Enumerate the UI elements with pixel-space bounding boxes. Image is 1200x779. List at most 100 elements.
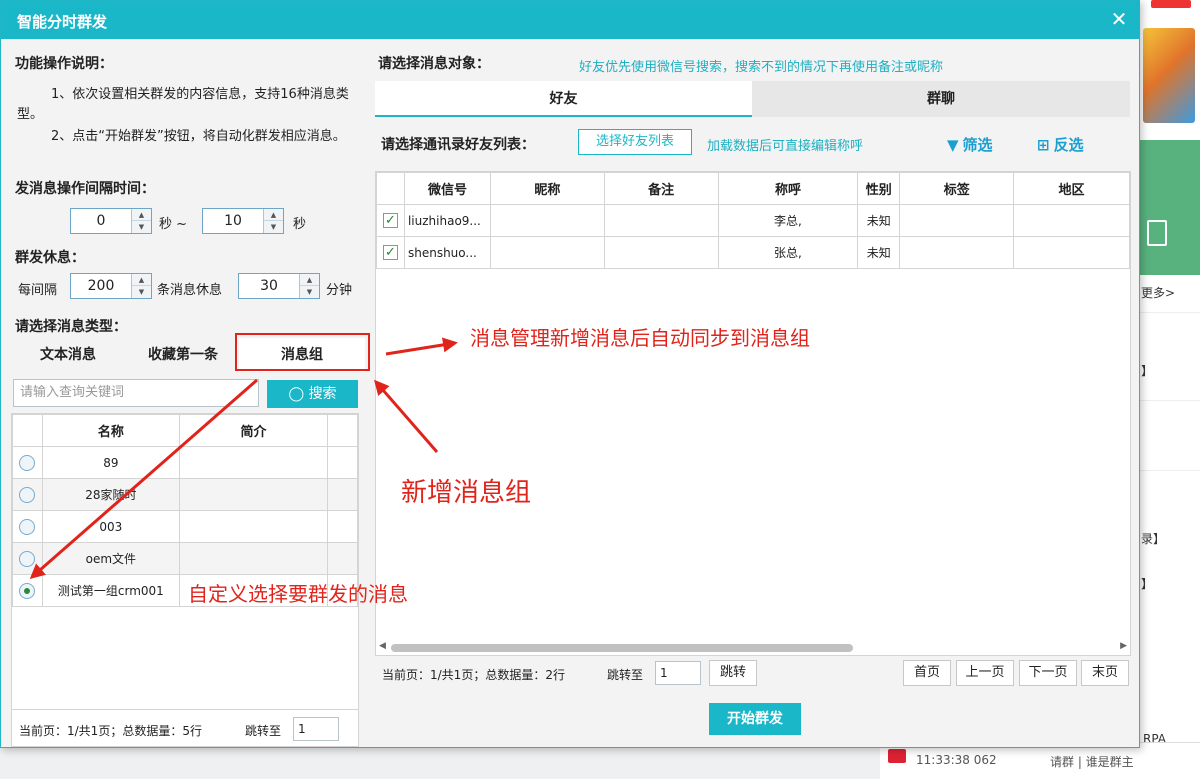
background-text-1: 】 xyxy=(1141,364,1154,378)
row-gender: 未知 xyxy=(857,236,901,269)
stepper-buttons[interactable]: ▲ ▼ xyxy=(131,209,151,233)
column-header-gender[interactable]: 性别 xyxy=(857,172,901,205)
stepper-down-icon[interactable]: ▼ xyxy=(132,221,151,233)
start-broadcast-button[interactable]: 开始群发 xyxy=(709,703,801,735)
scroll-right-icon[interactable]: ▶ xyxy=(1120,641,1127,651)
row-radio-cell[interactable] xyxy=(12,574,43,607)
table-row[interactable]: 28家随时 xyxy=(12,478,358,511)
search-button[interactable]: ◯ 搜索 xyxy=(267,380,358,408)
row-radio-selected[interactable] xyxy=(19,582,36,599)
rest-minutes-stepper[interactable]: 30 ▲ ▼ xyxy=(238,273,320,299)
tab-groups[interactable]: 群聊 xyxy=(752,81,1130,117)
row-intro xyxy=(178,446,329,479)
column-header-nickname[interactable]: 昵称 xyxy=(489,172,605,205)
tab-text-message[interactable]: 文本消息 xyxy=(9,338,127,372)
jump-button[interactable]: 跳转 xyxy=(709,660,757,686)
right-pager-text: 当前页：1/共1页；总数据量：2行 xyxy=(382,668,565,682)
invert-icon: ⊞ xyxy=(1037,136,1050,154)
row-intro xyxy=(178,510,329,543)
row-radio[interactable] xyxy=(19,486,36,503)
left-jump-input[interactable]: 1 xyxy=(293,717,339,741)
rest-minutes-value: 30 xyxy=(260,278,278,294)
stepper-up-icon[interactable]: ▲ xyxy=(132,274,151,286)
column-header-region[interactable]: 地区 xyxy=(1013,172,1130,205)
table-row[interactable]: 003 xyxy=(12,510,358,543)
horizontal-scrollbar[interactable]: ◀ ▶ xyxy=(377,641,1129,655)
table-row[interactable]: ✓ liuzhihao9... 李总, 未知 xyxy=(376,204,1130,237)
row-title[interactable]: 李总, xyxy=(717,204,859,237)
stepper-up-icon[interactable]: ▲ xyxy=(132,209,151,221)
table-row[interactable]: ✓ shenshuo... 张总, 未知 xyxy=(376,236,1130,269)
right-jump-input[interactable]: 1 xyxy=(655,661,701,685)
column-header-name[interactable]: 名称 xyxy=(41,414,180,447)
search-button-label: 搜索 xyxy=(308,386,337,402)
stepper-down-icon[interactable]: ▼ xyxy=(300,286,319,298)
background-divider xyxy=(1139,400,1200,401)
target-heading: 请选择消息对象： xyxy=(378,56,490,72)
row-checkbox[interactable]: ✓ xyxy=(382,213,398,228)
row-radio-cell[interactable] xyxy=(12,542,43,575)
dialog-titlebar: 智能分时群发 ✕ xyxy=(1,1,1139,39)
row-remark[interactable] xyxy=(603,236,719,269)
row-radio-cell[interactable] xyxy=(12,478,43,511)
invert-selection-button[interactable]: ⊞ 反选 xyxy=(1037,134,1084,155)
row-radio[interactable] xyxy=(19,518,36,535)
row-nickname[interactable] xyxy=(489,236,605,269)
row-radio[interactable] xyxy=(19,454,36,471)
table-row[interactable]: 89 xyxy=(12,446,358,479)
row-radio[interactable] xyxy=(19,550,36,567)
scroll-left-icon[interactable]: ◀ xyxy=(379,641,386,651)
filter-button[interactable]: ▼ 筛选 xyxy=(947,134,993,155)
stepper-up-icon[interactable]: ▲ xyxy=(264,209,283,221)
row-tag xyxy=(899,204,1015,237)
table-row[interactable]: oem文件 xyxy=(12,542,358,575)
rest-count-stepper[interactable]: 200 ▲ ▼ xyxy=(70,273,152,299)
row-name: oem文件 xyxy=(41,542,180,575)
row-check-cell[interactable]: ✓ xyxy=(376,236,405,269)
stepper-down-icon[interactable]: ▼ xyxy=(132,286,151,298)
help-step-2: 2、点击“开始群发”按钮，将自动化群发相应消息。 xyxy=(51,129,346,144)
annotation-new-group: 新增消息组 xyxy=(401,478,532,508)
row-title[interactable]: 张总, xyxy=(717,236,859,269)
row-nickname[interactable] xyxy=(489,204,605,237)
first-page-button[interactable]: 首页 xyxy=(903,660,951,686)
row-extra-cell xyxy=(327,510,358,543)
friends-table: 微信号 昵称 备注 称呼 性别 标签 地区 ✓ liuzhihao9... 李总… xyxy=(376,172,1130,269)
column-header-title[interactable]: 称呼 xyxy=(717,172,859,205)
scrollbar-thumb[interactable] xyxy=(391,644,853,652)
row-checkbox[interactable]: ✓ xyxy=(382,245,398,260)
choose-friend-list-button[interactable]: 选择好友列表 xyxy=(578,129,692,155)
column-header-tag[interactable]: 标签 xyxy=(899,172,1015,205)
row-remark[interactable] xyxy=(603,204,719,237)
row-radio-cell[interactable] xyxy=(12,446,43,479)
stepper-up-icon[interactable]: ▲ xyxy=(300,274,319,286)
tab-friends[interactable]: 好友 xyxy=(375,81,752,117)
broadcast-dialog: 智能分时群发 ✕ 功能操作说明： 1、依次设置相关群发的内容信息，支持16种消息… xyxy=(0,0,1140,748)
search-icon: ◯ xyxy=(288,386,305,402)
close-icon[interactable]: ✕ xyxy=(1107,7,1131,31)
column-header-intro[interactable]: 简介 xyxy=(178,414,329,447)
interval-min-value: 0 xyxy=(96,213,106,229)
last-page-button[interactable]: 末页 xyxy=(1081,660,1129,686)
stepper-buttons[interactable]: ▲ ▼ xyxy=(263,209,283,233)
rest-every-label: 每间隔 xyxy=(18,283,58,298)
stepper-down-icon[interactable]: ▼ xyxy=(264,221,283,233)
prev-page-button[interactable]: 上一页 xyxy=(956,660,1014,686)
interval-min-stepper[interactable]: 0 ▲ ▼ xyxy=(70,208,152,234)
row-region xyxy=(1013,204,1130,237)
friends-table-panel: 微信号 昵称 备注 称呼 性别 标签 地区 ✓ liuzhihao9... 李总… xyxy=(375,171,1131,656)
row-wxid[interactable]: liuzhihao9... xyxy=(403,204,491,237)
stepper-buttons[interactable]: ▲ ▼ xyxy=(131,274,151,298)
invert-button-label: 反选 xyxy=(1053,136,1084,154)
row-check-cell[interactable]: ✓ xyxy=(376,204,405,237)
interval-max-stepper[interactable]: 10 ▲ ▼ xyxy=(202,208,284,234)
stepper-buttons[interactable]: ▲ ▼ xyxy=(299,274,319,298)
search-input[interactable]: 请输入查询关键词 xyxy=(13,379,259,407)
row-radio-cell[interactable] xyxy=(12,510,43,543)
next-page-button[interactable]: 下一页 xyxy=(1019,660,1077,686)
tab-favorite-first[interactable]: 收藏第一条 xyxy=(127,338,239,372)
column-header-remark[interactable]: 备注 xyxy=(603,172,719,205)
row-wxid[interactable]: shenshuo... xyxy=(403,236,491,269)
column-header-wxid[interactable]: 微信号 xyxy=(403,172,491,205)
left-jump-label: 跳转至 xyxy=(245,724,282,738)
